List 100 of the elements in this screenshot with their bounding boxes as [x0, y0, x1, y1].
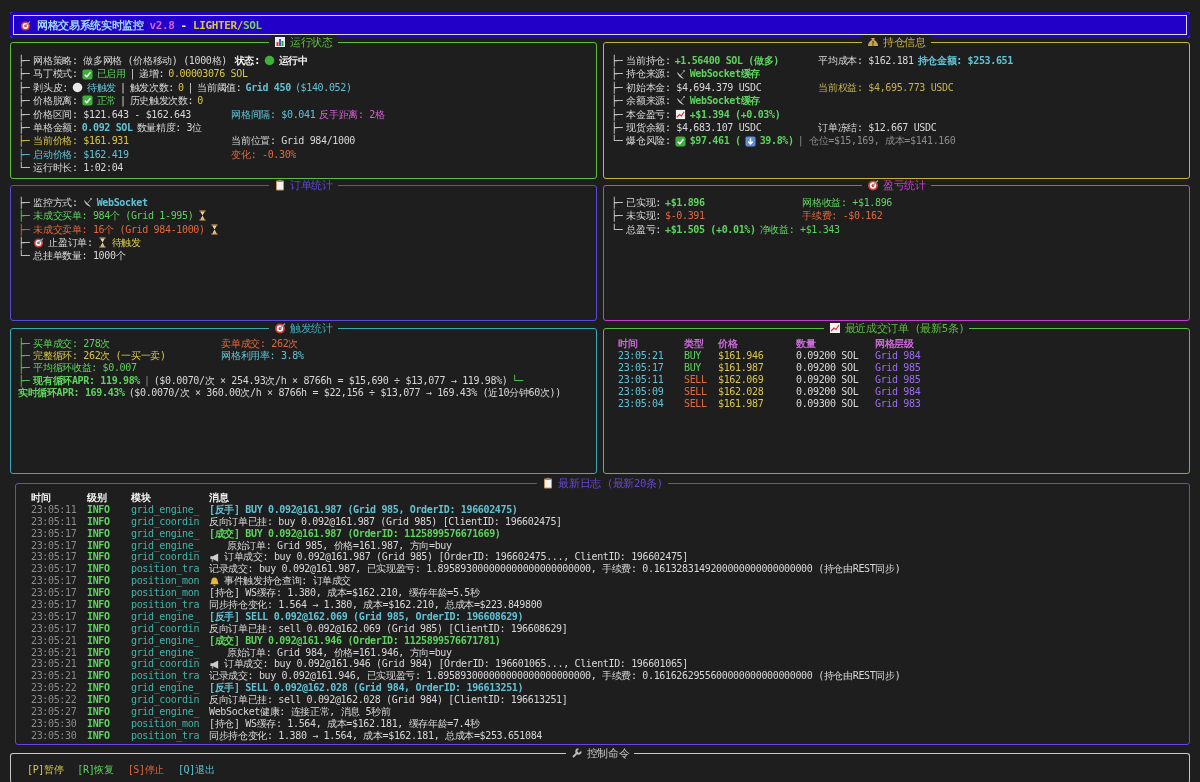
bar-chart-icon: [269, 36, 287, 48]
field-value: 变化: -0.30%: [231, 147, 296, 162]
table-cell-text: INFO: [87, 646, 111, 659]
field-label: 未实现:: [626, 209, 661, 223]
table-cell-text: $161.987: [718, 362, 765, 374]
column-header: 时间: [31, 492, 52, 504]
panel-title: 持仓信息: [879, 36, 931, 48]
table-cell-text: 23:05:27: [31, 706, 78, 718]
panel-title: 运行状态: [286, 36, 338, 48]
log-message: [持仓] WS缓存: 1.564, 成本=$162.181, 缓存年龄=7.4秒: [209, 717, 480, 730]
field-label: 余额来源:: [626, 94, 671, 108]
table-cell-text: grid_engine_: [131, 682, 201, 695]
field-label: 价格脱离:: [33, 94, 78, 108]
table-cell-text: INFO: [87, 634, 111, 647]
table-cell-text: 23:05:21: [618, 350, 665, 362]
table-cell-text: Grid 984: [875, 350, 922, 362]
table-cell-text: INFO: [87, 503, 111, 516]
table-cell-text: 23:05:30: [31, 729, 78, 742]
field-value: 实时循环APR: 169.43%: [18, 386, 125, 399]
tree-branch: ├─: [611, 67, 623, 81]
field-label: 运行时长: 1:02:04: [33, 161, 123, 175]
tree-branch: ├─: [611, 94, 623, 108]
table-cell-text: INFO: [87, 587, 111, 599]
field-label: 当前位置: Grid 984/1000: [231, 134, 355, 148]
field-label: ($0.0070/次 × 360.00次/h × 8766h = $22,156 ÷ $13,077 → 169.43% (近10分钟60次)): [128, 386, 561, 399]
separator: |: [119, 94, 126, 108]
field-value: 完整循环: 262次 (一买一卖): [33, 350, 166, 363]
table-cell-text: 23:05:30: [31, 717, 78, 730]
table-cell-text: position_tra: [131, 599, 201, 611]
field-value: 0: [197, 94, 203, 108]
table-cell-text: $161.946: [718, 350, 765, 362]
field-label: 监控方式:: [33, 196, 78, 210]
field-label: 平均成本: $162.181: [818, 54, 914, 68]
field-value: 0.092 SOL: [81, 120, 133, 135]
field-value: 现有循环APR: 119.98%: [33, 374, 140, 387]
table-cell-text: position_mon: [131, 575, 201, 588]
tree-branch: ├─: [611, 107, 623, 121]
field-label: ($0.0070/次 × 254.93次/h × 8766h = $15,690 ÷ $13,077 → 119.98%): [153, 374, 508, 387]
table-cell-text: SELL: [684, 386, 708, 398]
tree-branch: ├─: [18, 120, 30, 135]
field-label: 本金盈亏:: [626, 107, 671, 121]
panel-title: 最新日志 (最新20条): [554, 477, 668, 489]
table-cell-text: INFO: [87, 670, 111, 683]
table-cell-text: Grid 984: [875, 386, 922, 398]
field-value: +1.56400 SOL (做多): [674, 54, 779, 68]
tree-branch: ├─: [18, 235, 30, 250]
field-value: 已启用: [96, 67, 126, 81]
tree-branch: ├─: [18, 222, 30, 236]
field-value: Grid 450: [245, 80, 291, 95]
megaphone-icon: [209, 658, 220, 670]
table-cell-text: 0.09200 SOL: [796, 350, 860, 362]
table-cell-text: INFO: [87, 694, 111, 707]
field-value: +$1.505 (+0.01%): [664, 222, 756, 236]
field-label: 数量精度: 3位: [136, 120, 202, 135]
field-label: 当前持仓:: [626, 54, 671, 68]
field-value: 网格间隔: $0.041: [231, 107, 316, 121]
table-cell-text: 23:05:21: [31, 658, 78, 671]
field-value: 买单成交: 278次: [33, 338, 110, 350]
log-message: 记录成交: buy 0.092@161.946, 已实现盈亏: 1.895893000000000000000000000, 手续费: 0.1616262955600000000000000000 (持仓由REST同步): [209, 670, 901, 682]
column-header: 模块: [131, 492, 152, 504]
table-cell-text: grid_engine_: [131, 527, 201, 540]
field-value: └─: [511, 374, 523, 387]
table-cell-text: 23:05:09: [618, 386, 665, 398]
field-note: | 仓位=$15,169, 成本=$141.160: [797, 134, 956, 148]
satellite-dish-icon: [674, 95, 686, 107]
field-value: 当前价格: $161.931: [33, 134, 129, 148]
table-cell-text: INFO: [87, 539, 111, 552]
megaphone-icon: [209, 551, 220, 563]
table-cell-text: grid_coordin: [131, 694, 201, 707]
field-label: 总挂单数量: 1000个: [33, 249, 126, 263]
table-cell-text: grid_engine_: [131, 539, 201, 552]
table-cell-text: $162.069: [718, 374, 765, 386]
target-icon: [33, 237, 45, 249]
table-cell-text: $162.028: [718, 386, 765, 398]
table-cell-text: 23:05:22: [31, 694, 78, 707]
table-cell-text: 23:05:11: [31, 515, 78, 528]
column-header: 类型: [684, 338, 705, 350]
field-value: WebSocket: [96, 196, 148, 210]
field-value: 持仓金额: $253.651: [917, 54, 1013, 68]
table-cell-text: INFO: [87, 622, 111, 635]
table-cell-text: grid_engine_: [131, 706, 201, 718]
field-label: 持仓来源:: [626, 67, 671, 81]
table-cell-text: 0.09300 SOL: [796, 398, 860, 410]
field-label: 剥头皮:: [33, 80, 68, 95]
field-label: 订单冻结: $12.667 USDC: [818, 120, 937, 135]
log-message: [反手] BUY 0.092@161.987 (Grid 985, OrderID: 196602475): [209, 503, 518, 516]
log-message: [成交] BUY 0.092@161.946 (OrderID: 1125899576671781): [209, 634, 501, 647]
app-title: 网格交易系统实时监控: [37, 17, 144, 33]
log-message: [持仓] WS缓存: 1.380, 成本=$162.210, 缓存年龄=5.5秒: [209, 587, 480, 599]
field-value: 正常: [96, 94, 116, 108]
satellite-dish-icon: [81, 197, 93, 209]
log-message: 同步持仓变化: 1.380 → 1.564, 成本=$162.181, 总成本=$253.651084: [209, 729, 542, 742]
field-label: 网格策略: 做多网格 (价格移动) (1000格): [33, 54, 227, 68]
tree-branch: └─: [611, 222, 623, 236]
tree-branch: ├─: [611, 54, 623, 68]
field-label: 价格区间: $121.643 - $162.643: [33, 107, 192, 121]
command-hint: [P]暂停: [27, 764, 64, 776]
command-hint: [S]停止: [127, 764, 164, 776]
table-cell-text: INFO: [87, 599, 111, 611]
table-cell-text: BUY: [684, 350, 702, 362]
